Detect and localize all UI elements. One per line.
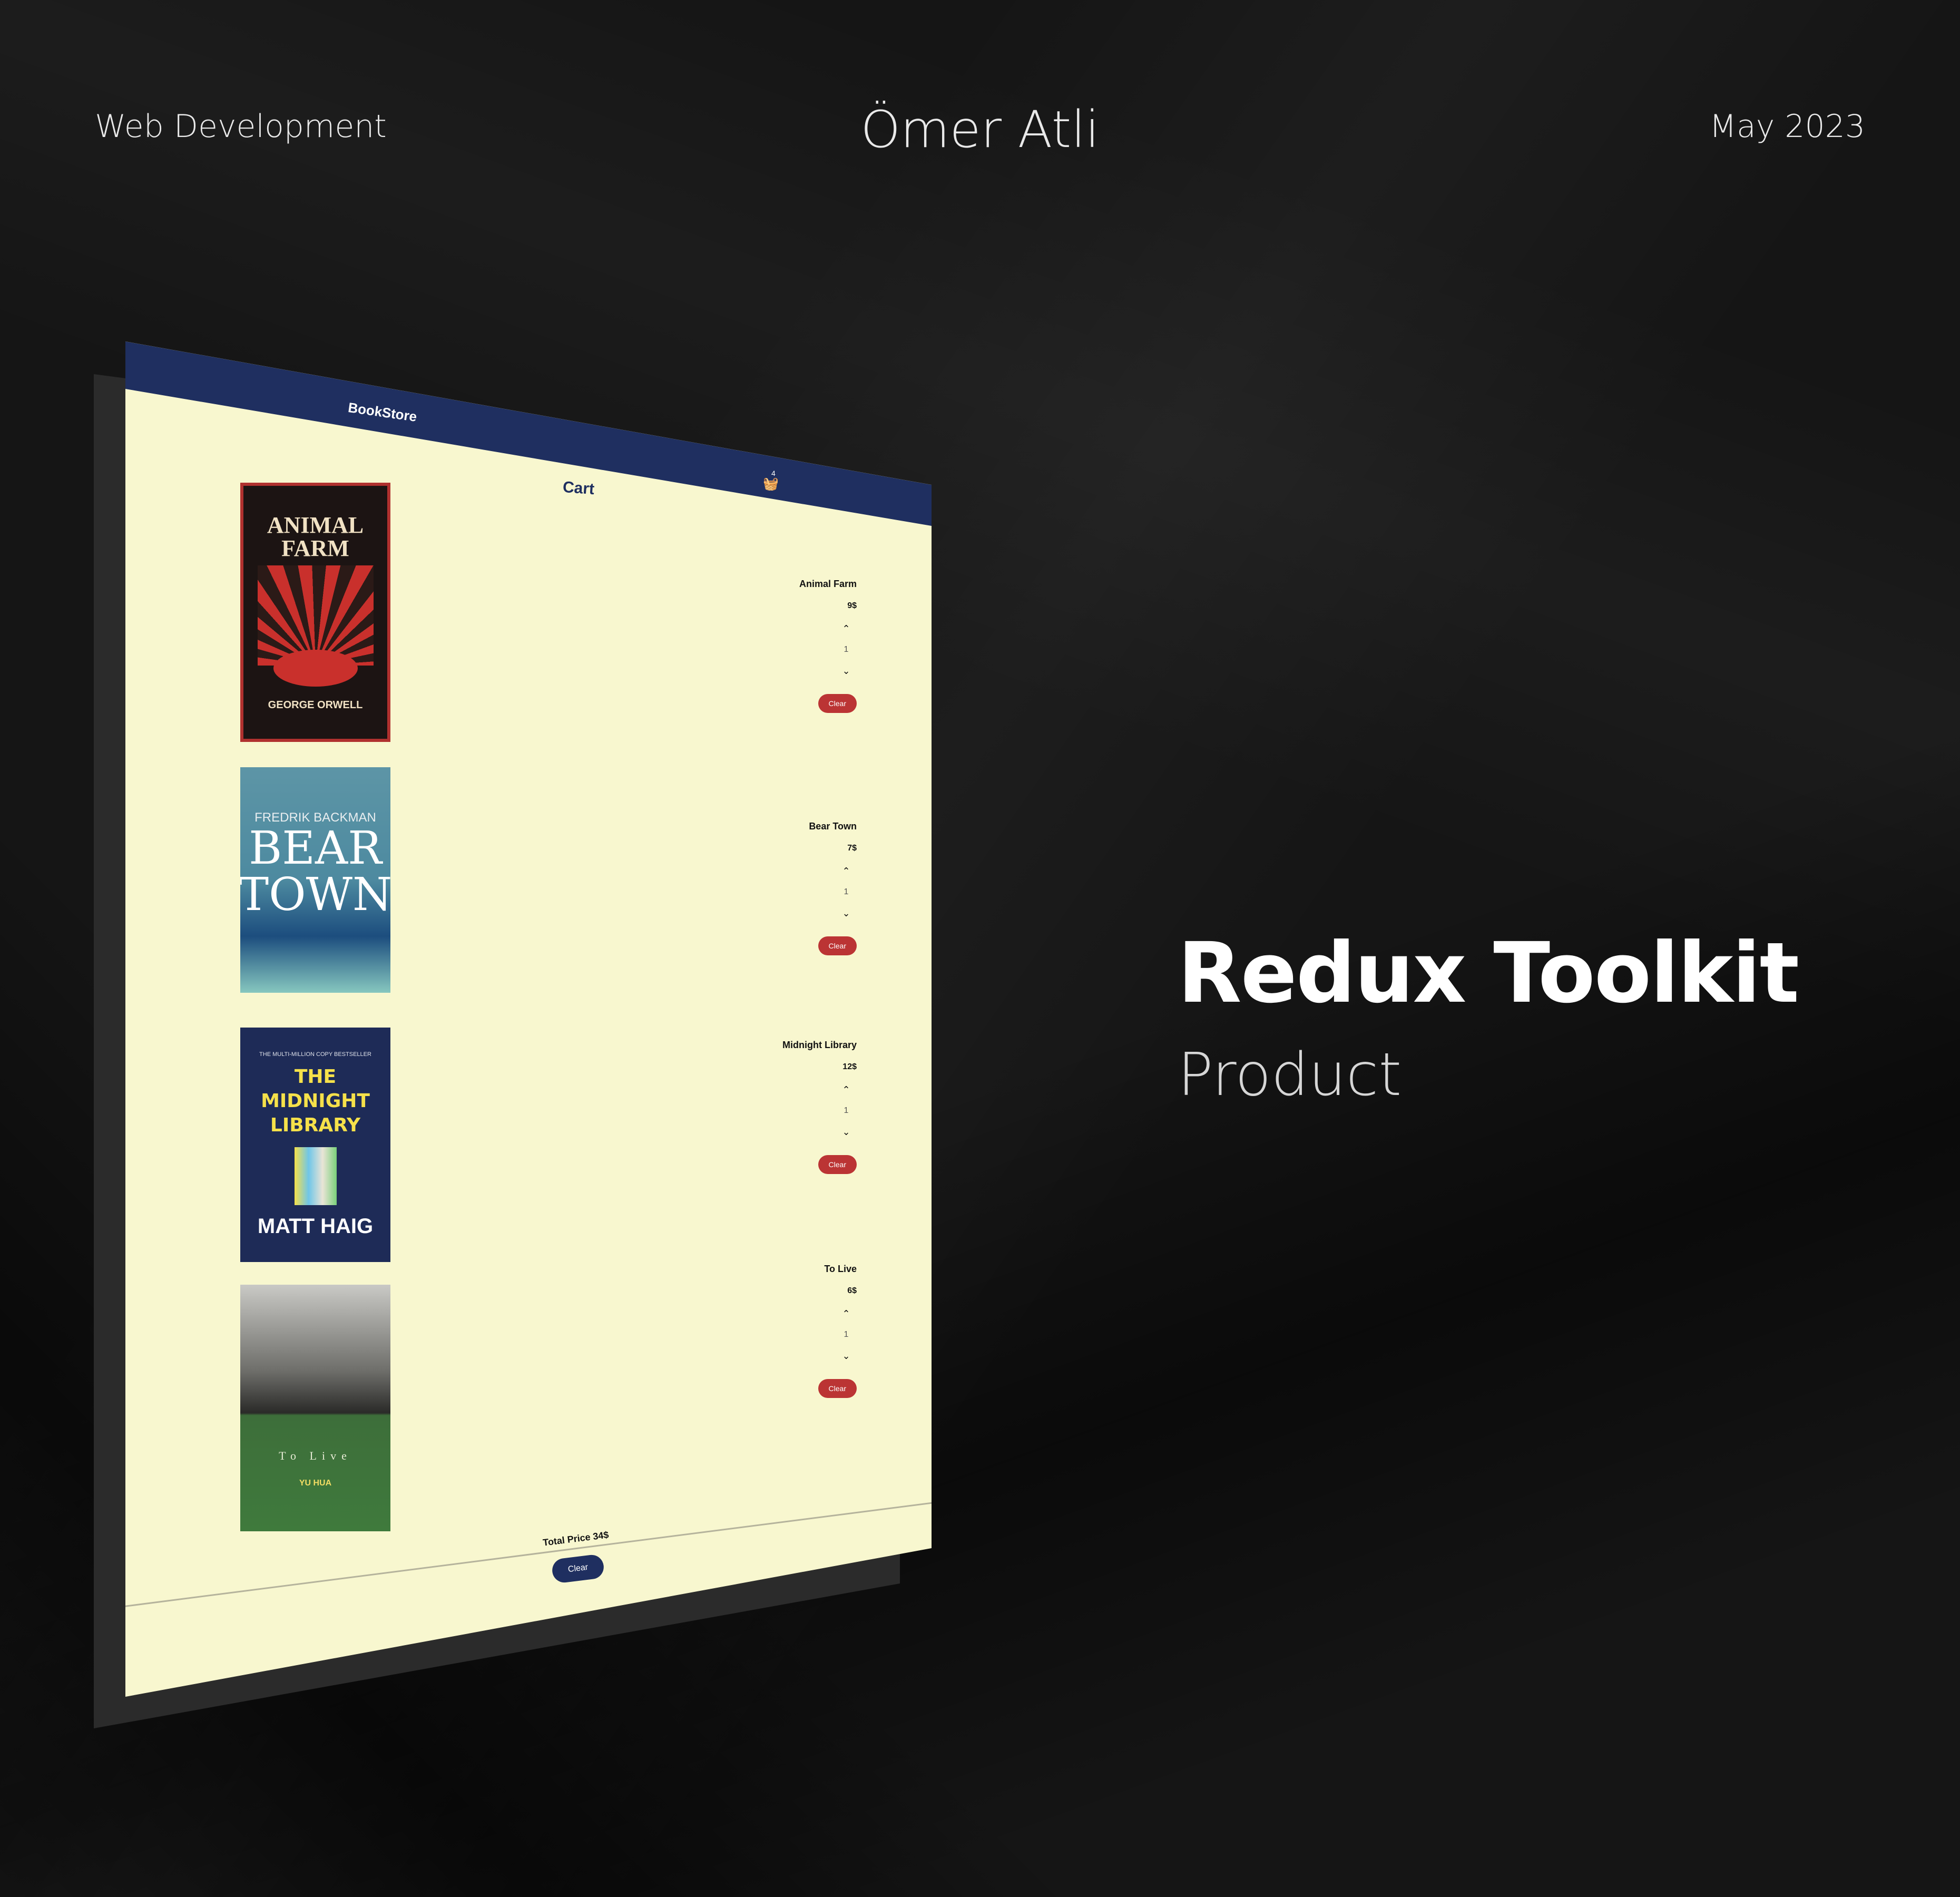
item-price: 12$ (842, 1062, 857, 1071)
clear-cart-button[interactable]: Clear (551, 1553, 605, 1584)
hero-subtitle: Product (1178, 1041, 1402, 1109)
clear-item-button[interactable]: Clear (818, 1155, 857, 1174)
increase-chevron-up-icon[interactable]: ⌃ (836, 1303, 857, 1324)
clear-item-button[interactable]: Clear (818, 694, 857, 713)
cover-title: To Live (279, 1449, 352, 1462)
item-name: Animal Farm (799, 579, 857, 589)
book-cover-midnight-library: THE MULTI-MILLION COPY BESTSELLER THE MI… (240, 1028, 390, 1262)
cover-title: ANIMAL FARM (267, 512, 364, 561)
cart-item-midnight-library: Midnight Library 12$ ⌃ 1 ⌄ Clear (720, 1040, 857, 1174)
cover-title: THE MIDNIGHT LIBRARY (261, 1066, 370, 1136)
item-price: 7$ (847, 844, 857, 853)
increase-chevron-up-icon[interactable]: ⌃ (836, 861, 857, 882)
item-name: Bear Town (809, 821, 857, 832)
cart-item-to-live: To Live 6$ ⌃ 1 ⌄ Clear (720, 1264, 857, 1398)
cover-author: YU HUA (299, 1479, 332, 1488)
item-name: To Live (824, 1264, 857, 1274)
building-illustration (294, 1147, 337, 1205)
item-price: 9$ (847, 601, 857, 610)
item-quantity: 1 (844, 887, 849, 896)
decrease-chevron-down-icon[interactable]: ⌄ (836, 903, 857, 924)
decrease-chevron-down-icon[interactable]: ⌄ (836, 1121, 857, 1142)
increase-chevron-up-icon[interactable]: ⌃ (836, 618, 857, 639)
decrease-chevron-down-icon[interactable]: ⌄ (836, 1345, 857, 1366)
increase-chevron-up-icon[interactable]: ⌃ (836, 1079, 857, 1100)
cart-item-animal-farm: Animal Farm 9$ ⌃ 1 ⌄ Clear (720, 579, 857, 713)
item-quantity: 1 (844, 1330, 849, 1339)
basket-count: 4 (771, 469, 776, 477)
decrease-chevron-down-icon[interactable]: ⌄ (836, 660, 857, 681)
cover-author: MATT HAIG (257, 1215, 374, 1238)
book-cover-animal-farm: ANIMAL FARM GEORGE ORWELL (240, 483, 390, 742)
author-name: Ömer Atli (860, 100, 1100, 159)
cart-title: Cart (562, 478, 595, 498)
item-price: 6$ (847, 1286, 857, 1295)
clear-item-button[interactable]: Clear (818, 936, 857, 955)
cover-author: GEORGE ORWELL (268, 699, 363, 711)
book-cover-to-live: To Live YU HUA (240, 1285, 390, 1531)
date-label: May 2023 (1709, 108, 1865, 145)
cart-item-bear-town: Bear Town 7$ ⌃ 1 ⌄ Clear (720, 821, 857, 955)
hero-title: Redux Toolkit (1178, 925, 1799, 1022)
clear-item-button[interactable]: Clear (818, 1379, 857, 1398)
item-quantity: 1 (844, 645, 849, 654)
item-quantity: 1 (844, 1106, 849, 1115)
book-cover-bear-town: FREDRIK BACKMAN BEAR TOWN (240, 767, 390, 993)
item-name: Midnight Library (782, 1040, 857, 1050)
pig-illustration (273, 649, 358, 687)
cover-title: BEAR TOWN (240, 822, 390, 921)
cover-tagline: THE MULTI-MILLION COPY BESTSELLER (259, 1051, 371, 1058)
basket-icon[interactable]: 🧺 (763, 476, 779, 492)
bookstore-screen: BookStore 🧺 4 Cart ANIMAL FARM GEORGE OR… (125, 341, 932, 1697)
